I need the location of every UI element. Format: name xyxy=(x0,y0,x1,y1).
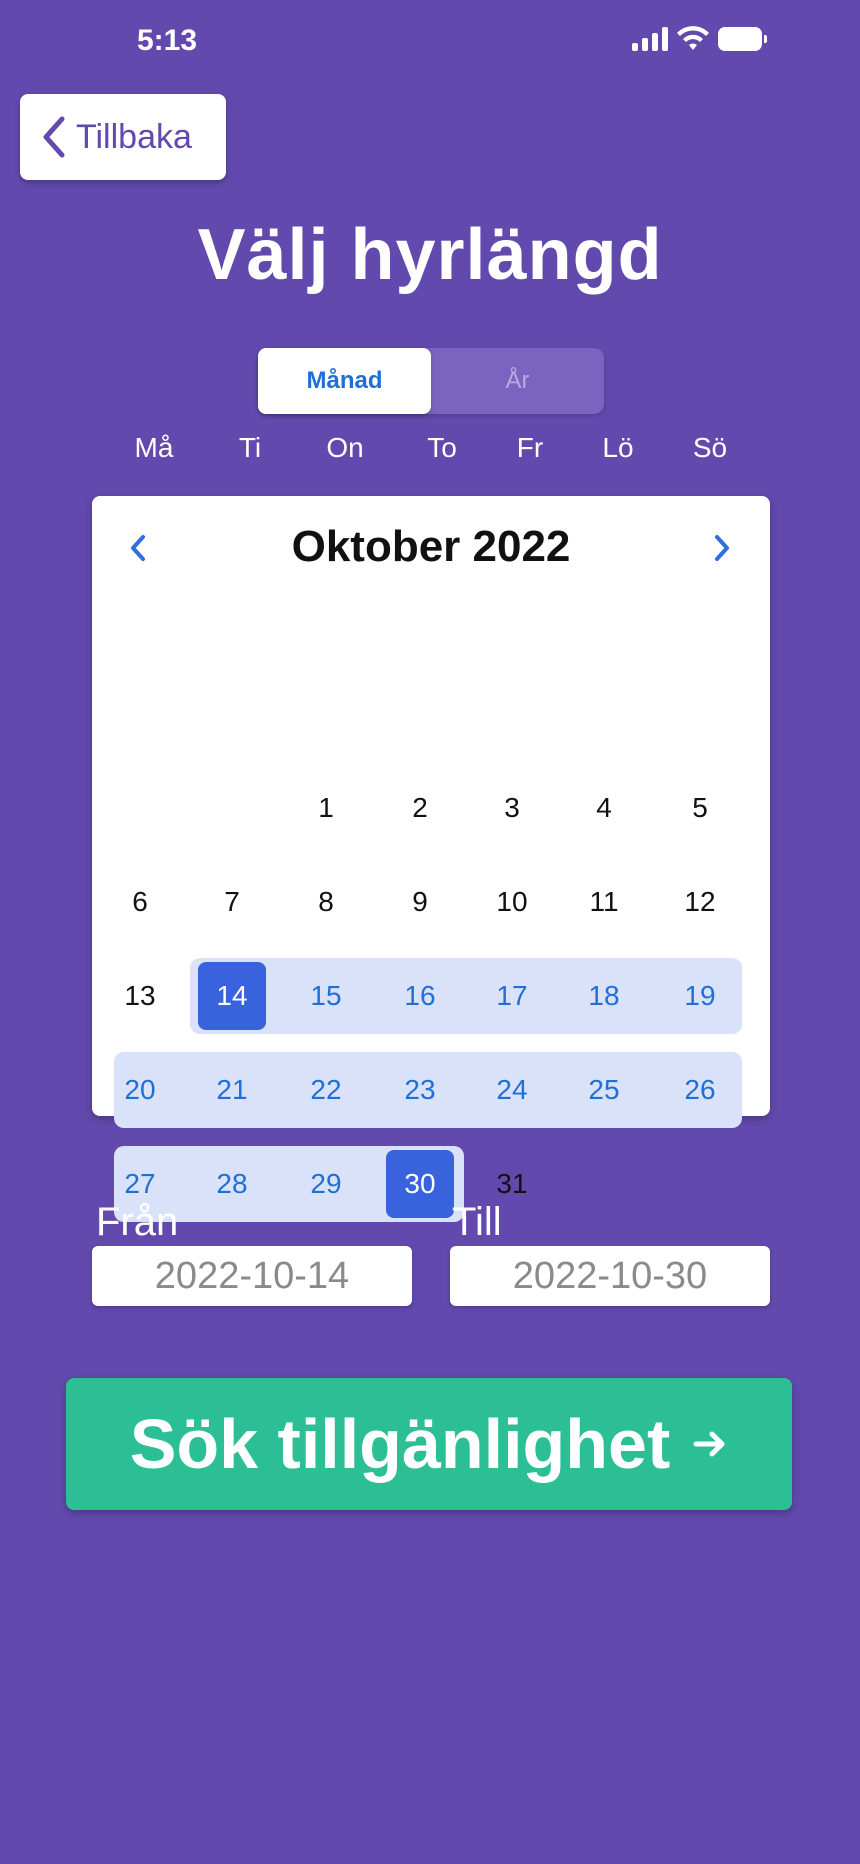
weekday-label: Lö xyxy=(602,432,634,463)
from-label: Från xyxy=(96,1200,179,1244)
battery-icon xyxy=(718,27,767,51)
calendar-day[interactable]: 12 xyxy=(660,872,740,932)
calendar-day[interactable]: 14 xyxy=(192,966,272,1026)
weekday-label: To xyxy=(427,432,457,463)
calendar-day[interactable]: 2 xyxy=(380,778,460,838)
weekday-label: Sö xyxy=(692,432,728,463)
calendar-day[interactable]: 10 xyxy=(472,872,552,932)
calendar-day[interactable]: 8 xyxy=(286,872,366,932)
calendar-card: Oktober 2022 1 2 3 4 5 6 7 8 9 10 11 12 13 14 15 16 17 18… xyxy=(92,496,770,1222)
calendar-day[interactable]: 26 xyxy=(660,1060,740,1120)
calendar-day[interactable]: 22 xyxy=(286,1060,366,1120)
back-button[interactable]: Tillbaka xyxy=(20,94,226,180)
weekday-label: Ti xyxy=(238,432,262,463)
from-date-field[interactable]: 2022-10-14 xyxy=(92,1246,412,1306)
tab-month[interactable]: Månad xyxy=(258,348,431,414)
calendar-day[interactable]: 4 xyxy=(564,778,644,838)
calendar-day[interactable]: 5 xyxy=(660,778,740,838)
till-date-field[interactable]: 2022-10-30 xyxy=(450,1246,770,1306)
calendar-month-label: Oktober 2022 xyxy=(291,522,571,571)
calendar-day[interactable]: 3 xyxy=(472,778,552,838)
calendar-day[interactable]: 13 xyxy=(100,966,180,1026)
calendar-day[interactable]: 30 xyxy=(380,1154,460,1214)
wifi-icon xyxy=(677,26,709,50)
period-segmented-control: Månad År xyxy=(258,348,604,414)
calendar-day[interactable]: 15 xyxy=(286,966,366,1026)
search-availability-button[interactable]: Sök tillgänlighet xyxy=(66,1378,792,1510)
weekday-label: Må xyxy=(134,432,174,463)
weekday-label: Fr xyxy=(516,432,544,463)
chevron-right-icon xyxy=(715,535,729,561)
calendar-day[interactable]: 18 xyxy=(564,966,644,1026)
calendar-day[interactable]: 17 xyxy=(472,966,552,1026)
calendar-day[interactable]: 19 xyxy=(660,966,740,1026)
calendar-day[interactable]: 28 xyxy=(192,1154,272,1214)
calendar-day[interactable]: 24 xyxy=(472,1060,552,1120)
next-month-button[interactable] xyxy=(702,528,742,568)
calendar-day[interactable]: 16 xyxy=(380,966,460,1026)
calendar-day[interactable]: 29 xyxy=(286,1154,366,1214)
status-time: 5:13 xyxy=(137,24,198,57)
chevron-left-icon xyxy=(43,116,65,158)
calendar-day[interactable]: 9 xyxy=(380,872,460,932)
calendar-day[interactable]: 11 xyxy=(564,872,644,932)
signal-icon xyxy=(632,27,668,51)
till-label: Till xyxy=(452,1200,502,1244)
page-title: Välj hyrlängd xyxy=(197,215,663,295)
calendar-day[interactable]: 6 xyxy=(100,872,180,932)
arrow-right-icon xyxy=(693,1431,725,1457)
calendar-day[interactable]: 7 xyxy=(192,872,272,932)
status-icons xyxy=(632,26,767,52)
calendar-day[interactable]: 20 xyxy=(100,1060,180,1120)
calendar-day[interactable]: 1 xyxy=(286,778,366,838)
weekday-label: On xyxy=(326,432,364,463)
search-button-label: Sök tillgänlighet xyxy=(129,1405,671,1483)
calendar-day[interactable]: 21 xyxy=(192,1060,272,1120)
calendar-day[interactable]: 23 xyxy=(380,1060,460,1120)
back-label: Tillbaka xyxy=(76,117,192,156)
tab-year[interactable]: År xyxy=(431,348,604,414)
calendar-day[interactable]: 25 xyxy=(564,1060,644,1120)
